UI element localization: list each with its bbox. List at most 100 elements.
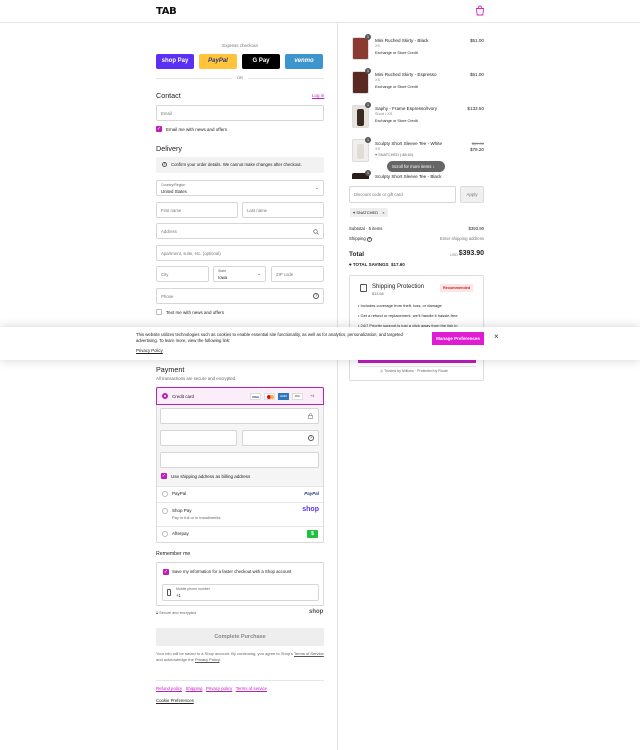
legal-part-1: Your info will be saved to a Shop accoun…	[156, 651, 293, 656]
legal-text: Your info will be saved to a Shop accoun…	[156, 651, 324, 662]
quantity-badge: 1	[365, 34, 371, 40]
remember-box: ✓ Save my information for a faster check…	[156, 562, 324, 606]
email-field[interactable]: Email	[156, 105, 324, 121]
footer-links: Refund policy Shipping Privacy policy Te…	[156, 686, 267, 691]
venmo-button[interactable]: venmo	[285, 54, 323, 69]
express-checkout-title: Express checkout	[222, 43, 258, 48]
billing-checkbox[interactable]: ✓	[161, 473, 167, 479]
help-icon[interactable]: ?	[308, 435, 314, 441]
country-value: United States	[161, 189, 187, 194]
state-label: State	[218, 269, 227, 273]
store-logo[interactable]: TAB	[156, 6, 177, 17]
legal-part-2: and acknowledge the	[156, 656, 194, 662]
or-divider-right	[248, 78, 324, 79]
discount-code-field[interactable]: Discount code or gift card	[349, 186, 456, 203]
shipping-label-text: Shipping	[349, 236, 366, 241]
secure-text: Secure and encrypted	[159, 611, 197, 615]
cookie-text: This website utilizes technologies such …	[136, 332, 403, 343]
city-placeholder: City	[161, 272, 169, 277]
refund-policy-link[interactable]: Refund policy	[156, 686, 182, 691]
paypal-radio[interactable]	[162, 491, 168, 497]
last-name-field[interactable]: Last name	[242, 202, 324, 218]
text-checkbox[interactable]	[156, 309, 162, 315]
first-name-field[interactable]: First name	[156, 202, 238, 218]
product-name: Mini Ruched Skirty - Black	[375, 38, 429, 43]
shop-pay-button[interactable]: shop Pay	[156, 54, 194, 69]
product-note: Exchange or Store Credit	[375, 51, 418, 55]
quantity-badge: 1	[365, 102, 371, 108]
privacy-policy-link[interactable]: Privacy Policy	[136, 348, 163, 353]
security-code-field[interactable]: ?	[242, 430, 319, 446]
shop-pay-radio[interactable]	[162, 508, 168, 514]
scroll-fade	[339, 179, 489, 182]
country-label: Country/Region	[161, 183, 186, 187]
address-field[interactable]: Address	[156, 223, 324, 239]
contact-heading: Contact	[156, 91, 181, 100]
login-link[interactable]: Log in	[312, 93, 324, 98]
lock-icon: 🔒︎	[156, 611, 159, 615]
shop-pay-option[interactable]: Shop Pay Pay in full or in installments …	[157, 502, 323, 526]
afterpay-option[interactable]: Afterpay $	[157, 526, 323, 542]
footer-divider	[156, 680, 324, 681]
privacy-policy-footer-link[interactable]: Privacy policy	[206, 686, 232, 691]
mobile-phone-field[interactable]: Mobile phone number +1	[162, 584, 319, 601]
city-field[interactable]: City	[156, 266, 209, 282]
or-divider-left	[156, 78, 232, 79]
afterpay-radio[interactable]	[162, 531, 168, 537]
credit-card-radio[interactable]	[162, 393, 168, 399]
apartment-field[interactable]: Apartment, suite, etc. (optional)	[156, 245, 324, 261]
zip-field[interactable]: ZIP code	[271, 266, 324, 282]
terms-of-service-link[interactable]: Terms of service	[236, 686, 267, 691]
info-icon: i	[162, 162, 167, 167]
news-label: Email me with news and offers	[166, 127, 227, 132]
terms-link[interactable]: Terms of Service	[294, 651, 324, 656]
google-pay-button[interactable]: G Pay	[242, 54, 280, 69]
cookie-preferences-link[interactable]: Cookie Preferences	[156, 698, 194, 703]
product-price: $51.00	[469, 38, 484, 43]
product-discount-text: SNATCHED (-$8.60)	[378, 153, 414, 157]
manage-preferences-button[interactable]: Manage Preferences	[432, 332, 484, 345]
recommended-badge: Recommended	[440, 284, 474, 292]
total-savings: ⌖ TOTAL SAVINGS $17.60	[349, 262, 405, 267]
scroll-hint-button[interactable]: Scroll for more items ↓	[387, 161, 445, 172]
product-image	[352, 37, 369, 60]
chevron-down-icon: ⌄	[314, 185, 319, 191]
product-image	[352, 71, 369, 94]
apply-button[interactable]: Apply	[460, 186, 484, 203]
protection-bullet-2: • Get a refund or replacement, we'll han…	[358, 313, 458, 318]
help-icon[interactable]: ?	[313, 293, 319, 299]
help-icon[interactable]: ?	[366, 237, 372, 242]
news-checkbox[interactable]: ✓	[156, 126, 162, 132]
first-name-placeholder: First name	[161, 208, 182, 213]
expiration-field[interactable]	[160, 430, 237, 446]
save-info-checkbox[interactable]: ✓	[163, 569, 169, 575]
check-circle-icon: ◎	[380, 369, 384, 373]
shopping-bag-icon[interactable]	[475, 5, 485, 16]
order-summary	[338, 23, 640, 750]
credit-card-label: Credit card	[172, 394, 195, 399]
paypal-button[interactable]: PayPal	[199, 54, 237, 69]
card-number-field[interactable]	[160, 408, 319, 424]
name-on-card-field[interactable]	[160, 452, 319, 468]
paypal-option-label: PayPal	[172, 491, 187, 496]
shipping-link[interactable]: Shipping	[186, 686, 203, 691]
text-label: Text me with news and offers	[166, 310, 224, 315]
complete-purchase-button[interactable]: Complete Purchase	[156, 628, 324, 646]
shop-pay-label: shop Pay	[161, 58, 189, 64]
scroll-hint-text: Scroll for more items	[392, 164, 432, 169]
country-select[interactable]: Country/Region United States ⌄	[156, 180, 324, 196]
state-value: Iowa	[218, 275, 228, 280]
trusted-label: ◎ Trusted by Millions · Protected by Rou…	[380, 369, 448, 373]
privacy-link[interactable]: Privacy Policy	[195, 657, 220, 662]
amex-icon: AMEX	[278, 393, 289, 400]
tag-icon: ⌖	[353, 210, 356, 215]
credit-card-option[interactable]: Credit card VISA AMEX DISC +4	[156, 387, 324, 405]
state-select[interactable]: State Iowa ⌄	[213, 266, 266, 282]
phone-field[interactable]: Phone ?	[156, 288, 324, 304]
remove-discount-icon[interactable]: ×	[382, 210, 384, 215]
close-icon[interactable]: ×	[494, 333, 499, 341]
visa-icon: VISA	[250, 393, 261, 400]
paypal-option[interactable]: PayPal PayPal	[157, 486, 323, 502]
cookie-banner: This website utilizes technologies such …	[0, 327, 640, 360]
product-image	[352, 105, 369, 128]
